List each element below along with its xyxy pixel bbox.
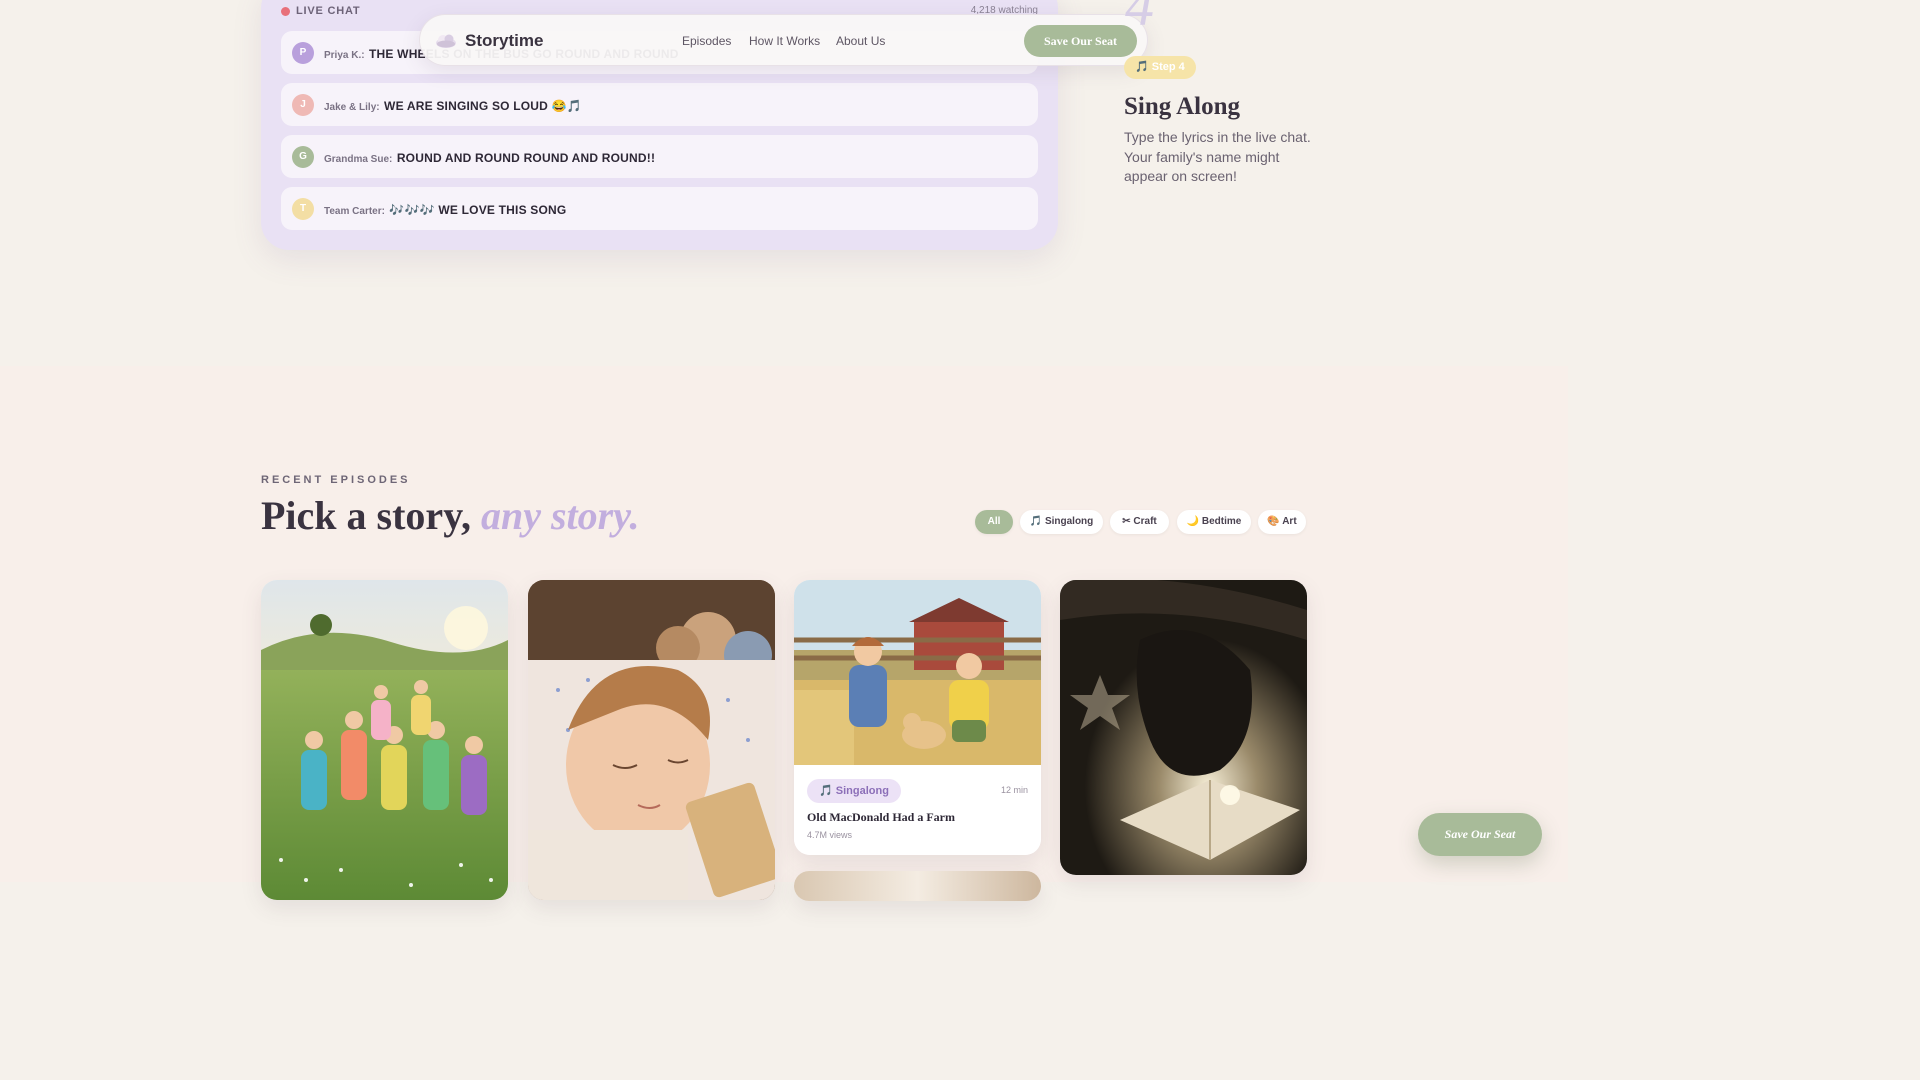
farm-kids-image <box>794 580 1041 765</box>
episode-thumbnail[interactable] <box>1060 580 1307 875</box>
episode-card[interactable] <box>528 580 775 900</box>
section-eyebrow: RECENT EPISODES <box>261 474 411 486</box>
live-chat-label: LIVE CHAT <box>296 5 361 17</box>
filter-craft[interactable]: ✂ Craft <box>1110 510 1169 534</box>
episode-card[interactable] <box>794 871 1041 901</box>
nav-link-how-it-works[interactable]: How It Works <box>749 34 820 48</box>
chat-message: T Team Carter: 🎶🎶🎶 WE LOVE THIS SONG <box>281 187 1038 230</box>
chat-avatar: P <box>292 42 314 64</box>
filter-all[interactable]: All <box>975 510 1013 534</box>
step-title: Sing Along <box>1124 93 1241 120</box>
episode-thumbnail[interactable] <box>794 580 1041 765</box>
how-it-works-section: LIVE CHAT 4,218 watching P Priya K.: THE… <box>0 0 1568 366</box>
episode-thumbnail[interactable] <box>794 871 1041 901</box>
headline-accent: any story. <box>480 493 640 538</box>
chat-text: 🎶🎶🎶 WE LOVE THIS SONG <box>389 203 567 217</box>
live-indicator-dot <box>281 7 290 16</box>
nav-link-episodes[interactable]: Episodes <box>682 34 731 48</box>
step-description: Type the lyrics in the live chat. Your f… <box>1124 129 1311 184</box>
top-navigation: Storytime Episodes How It Works About Us… <box>419 14 1148 66</box>
chat-message: J Jake & Lily: WE ARE SINGING SO LOUD 😂🎵 <box>281 83 1038 126</box>
chat-avatar: G <box>292 146 314 168</box>
sleeping-child-image <box>528 580 775 900</box>
filter-singalong[interactable]: 🎵 Singalong <box>1020 510 1103 534</box>
cloud-logo-icon[interactable] <box>435 32 457 48</box>
episode-thumbnail[interactable] <box>528 580 775 900</box>
nav-link-about-us[interactable]: About Us <box>836 34 885 48</box>
chat-username: Grandma Sue: <box>324 154 393 165</box>
headline-main: Pick a story, <box>261 493 471 538</box>
episode-thumbnail[interactable] <box>261 580 508 900</box>
episode-title[interactable]: Old MacDonald Had a Farm <box>807 810 955 825</box>
chat-text: ROUND AND ROUND ROUND AND ROUND!! <box>396 151 656 165</box>
episode-category-tag: 🎵 Singalong <box>807 779 901 803</box>
step-number: 4 <box>1125 0 1154 38</box>
recent-episodes-section: RECENT EPISODES Pick a story, any story.… <box>0 366 1568 901</box>
episode-duration: 12 min <box>1000 785 1028 795</box>
episode-card[interactable] <box>1060 580 1307 875</box>
filter-bedtime[interactable]: 🌙 Bedtime <box>1177 510 1251 534</box>
filter-art[interactable]: 🎨 Art <box>1258 510 1306 534</box>
episode-card[interactable] <box>261 580 508 900</box>
episode-card-body: 🎵 Singalong 12 min Old MacDonald Had a F… <box>794 765 1041 855</box>
episode-card-featured[interactable]: 🎵 Singalong 12 min Old MacDonald Had a F… <box>794 580 1041 855</box>
step-badge: 🎵 Step 4 <box>1124 56 1196 79</box>
episode-views: 4.7M views <box>807 830 853 840</box>
section-headline: Pick a story, any story. <box>261 492 640 539</box>
floating-save-seat-button[interactable]: Save Our Seat <box>1418 813 1542 856</box>
chat-avatar: J <box>292 94 314 116</box>
save-seat-button[interactable]: Save Our Seat <box>1024 25 1137 57</box>
chat-username: Jake & Lily: <box>324 102 380 113</box>
chat-message: G Grandma Sue: ROUND AND ROUND ROUND AND… <box>281 135 1038 178</box>
kids-meadow-image <box>261 580 508 900</box>
brand-name[interactable]: Storytime <box>465 31 543 51</box>
chat-avatar: T <box>292 198 314 220</box>
chat-username: Priya K.: <box>324 50 365 61</box>
chat-text: WE ARE SINGING SO LOUD 😂🎵 <box>384 99 582 113</box>
chat-username: Team Carter: <box>324 206 385 217</box>
reading-under-blanket-image <box>1060 580 1307 875</box>
